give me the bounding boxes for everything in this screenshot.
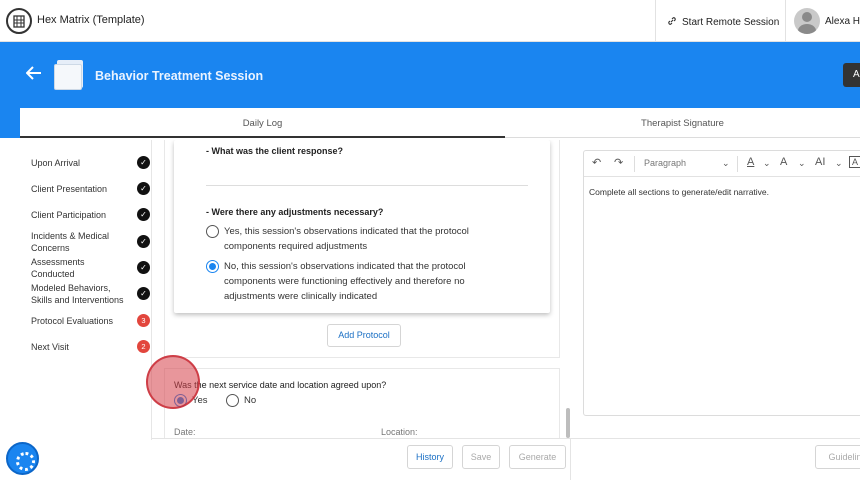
narrative-editor[interactable]: ↶ ↷ Paragraph ⌄ A ⌄ A ⌄ AI ⌄ A Complete … <box>583 150 860 416</box>
sidebar-item-label: Protocol Evaluations <box>31 316 114 326</box>
document-icon <box>54 60 83 90</box>
option-label: No <box>244 395 257 406</box>
divider <box>785 0 786 42</box>
sidebar-item-label: Client Presentation <box>31 184 108 194</box>
generate-button[interactable]: Generate <box>509 445 566 469</box>
sidebar-item-client-participation[interactable]: Client Participation ✓ <box>31 208 156 221</box>
location-label: Location: <box>381 427 418 437</box>
form-panel: - What was the client response? - Were t… <box>152 140 572 440</box>
header-edge <box>0 108 20 138</box>
tab-bar: Daily Log Therapist Signature <box>20 108 860 138</box>
sidebar-item-incidents[interactable]: Incidents & Medical Concerns ✓ <box>31 230 156 254</box>
sidebar-item-modeled-behaviors[interactable]: Modeled Behaviors, Skills and Interventi… <box>31 282 156 306</box>
check-circle-icon: ✓ <box>137 235 150 248</box>
chevron-down-icon[interactable]: ⌄ <box>835 158 843 169</box>
date-label: Date: <box>174 427 196 437</box>
back-arrow-icon[interactable] <box>25 64 42 85</box>
check-circle-icon: ✓ <box>137 182 150 195</box>
page-header: Behavior Treatment Session A <box>0 42 860 108</box>
chevron-down-icon[interactable]: ⌄ <box>722 158 730 169</box>
footer-bar: History Save Generate Guidelin <box>152 438 860 480</box>
click-indicator <box>146 355 200 409</box>
radio-button[interactable] <box>226 394 239 407</box>
option-label: Yes, this session's observations indicat… <box>224 226 469 252</box>
remote-session-label: Start Remote Session <box>682 17 780 28</box>
font-family-icon[interactable]: AI <box>815 156 825 168</box>
header-action-button[interactable]: A <box>843 63 860 87</box>
undo-icon[interactable]: ↶ <box>592 156 601 169</box>
font-size-icon[interactable]: A <box>780 156 787 168</box>
sidebar-item-label: Modeled Behaviors, Skills and Interventi… <box>31 283 124 305</box>
sidebar-item-upon-arrival[interactable]: Upon Arrival ✓ <box>31 156 156 169</box>
count-badge: 2 <box>137 340 150 353</box>
count-badge: 3 <box>137 314 150 327</box>
section-sidebar: Upon Arrival ✓ Client Presentation ✓ Cli… <box>20 140 152 440</box>
sidebar-item-label: Incidents & Medical Concerns <box>31 231 110 253</box>
building-logo-icon <box>6 8 32 34</box>
editor-toolbar: ↶ ↷ Paragraph ⌄ A ⌄ A ⌄ AI ⌄ A <box>584 151 860 177</box>
next-visit-question: Was the next service date and location a… <box>174 380 387 390</box>
app-title: Hex Matrix (Template) <box>37 14 145 26</box>
redo-icon[interactable]: ↷ <box>614 156 623 169</box>
check-circle-icon: ✓ <box>137 261 150 274</box>
sidebar-item-label: Assessments Conducted <box>31 257 85 279</box>
divider <box>655 0 656 42</box>
save-button[interactable]: Save <box>462 445 500 469</box>
tab-daily-log[interactable]: Daily Log <box>20 108 505 138</box>
start-remote-session-button[interactable]: Start Remote Session <box>667 16 779 29</box>
chevron-down-icon[interactable]: ⌄ <box>763 158 771 169</box>
sidebar-item-label: Next Visit <box>31 342 69 352</box>
guidelines-button[interactable]: Guidelin <box>815 445 860 469</box>
chevron-down-icon[interactable]: ⌄ <box>798 158 806 169</box>
sidebar-item-next-visit[interactable]: Next Visit 2 <box>31 340 156 353</box>
block-style-dropdown[interactable]: Paragraph <box>644 158 686 168</box>
next-visit-section <box>164 368 560 440</box>
radio-button-selected[interactable] <box>206 260 219 273</box>
font-color-icon[interactable]: A <box>747 156 754 168</box>
question-client-response: - What was the client response? <box>206 146 344 156</box>
history-button[interactable]: History <box>407 445 453 469</box>
sidebar-item-protocol-evaluations[interactable]: Protocol Evaluations 3 <box>31 314 156 327</box>
check-circle-icon: ✓ <box>137 156 150 169</box>
check-circle-icon: ✓ <box>137 208 150 221</box>
protocol-card: - What was the client response? - Were t… <box>174 140 550 313</box>
add-protocol-button[interactable]: Add Protocol <box>327 324 401 347</box>
divider <box>570 439 571 480</box>
sidebar-item-label: Upon Arrival <box>31 158 81 168</box>
question-adjustments: - Were there any adjustments necessary? <box>206 207 384 217</box>
divider <box>634 156 635 172</box>
narrative-text: Complete all sections to generate/edit n… <box>589 187 770 197</box>
scrollbar[interactable] <box>566 408 570 438</box>
answer-field[interactable] <box>206 185 528 186</box>
avatar[interactable] <box>794 8 820 34</box>
user-name[interactable]: Alexa He <box>825 16 860 27</box>
divider <box>737 156 738 172</box>
link-icon <box>667 16 677 29</box>
tab-therapist-signature[interactable]: Therapist Signature <box>505 108 860 138</box>
top-bar: Hex Matrix (Template) Start Remote Sessi… <box>0 0 860 42</box>
option-label: No, this session's observations indicate… <box>224 261 466 302</box>
sidebar-item-assessments[interactable]: Assessments Conducted ✓ <box>31 256 156 280</box>
check-circle-icon: ✓ <box>137 287 150 300</box>
page-title: Behavior Treatment Session <box>95 69 264 83</box>
help-widget-icon[interactable] <box>6 442 39 475</box>
sidebar-item-label: Client Participation <box>31 210 107 220</box>
highlight-icon[interactable]: A <box>849 156 860 168</box>
sidebar-item-client-presentation[interactable]: Client Presentation ✓ <box>31 182 156 195</box>
radio-button[interactable] <box>206 225 219 238</box>
